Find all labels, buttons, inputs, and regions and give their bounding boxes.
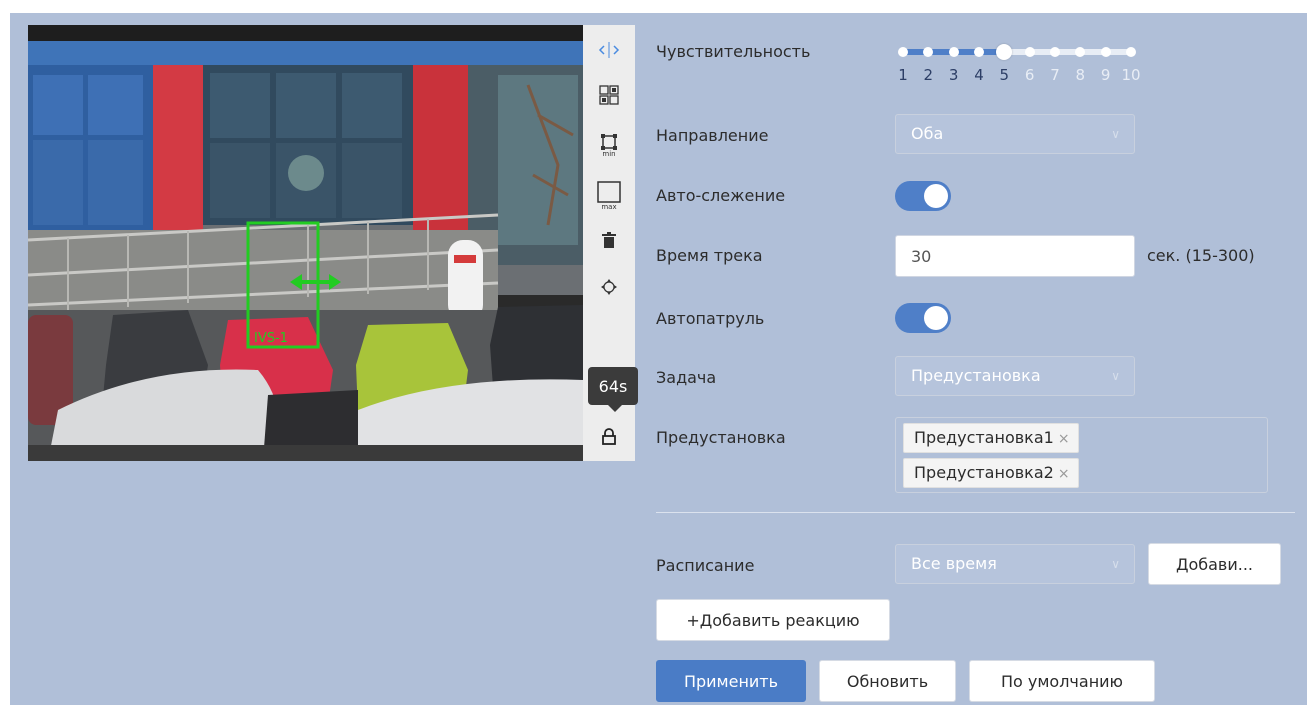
slider-tick-label: 1: [898, 66, 908, 84]
schedule-label: Расписание: [656, 556, 755, 575]
auto-tracking-label: Авто-слежение: [656, 186, 786, 205]
remove-tag-icon[interactable]: ×: [1058, 431, 1070, 447]
divider: [656, 512, 1295, 513]
schedule-select[interactable]: Все время ∨: [895, 544, 1135, 584]
toggle-knob: [924, 184, 948, 208]
min-size-icon[interactable]: min: [594, 130, 624, 160]
sensitivity-label: Чувствительность: [656, 42, 811, 61]
trash-icon[interactable]: [594, 225, 624, 255]
slider-tick-label: 8: [1075, 66, 1086, 84]
slider-dot[interactable]: [1075, 47, 1086, 57]
sensitivity-slider[interactable]: 1 2 3 4 5 6 7 8 9 10: [895, 40, 1141, 90]
task-value: Предустановка: [911, 366, 1041, 385]
chevron-down-icon: ∨: [1111, 369, 1120, 383]
toggle-knob: [924, 306, 948, 330]
slider-tick-label: 10: [1121, 66, 1141, 84]
apply-button[interactable]: Применить: [656, 660, 806, 702]
slider-dot[interactable]: [1100, 47, 1111, 57]
slider-dot[interactable]: [898, 47, 908, 57]
task-select[interactable]: Предустановка ∨: [895, 356, 1135, 396]
preset-tag-label: Предустановка2: [914, 463, 1054, 482]
slider-tick-label: 5: [999, 66, 1010, 84]
track-time-label: Время трека: [656, 246, 763, 265]
chevron-down-icon: ∨: [1111, 557, 1120, 571]
slider-tick-label: 3: [948, 66, 959, 84]
move-icon[interactable]: [594, 272, 624, 302]
auto-patrol-toggle[interactable]: [895, 303, 951, 333]
track-time-hint: сек. (15-300): [1147, 246, 1255, 265]
auto-tracking-toggle[interactable]: [895, 181, 951, 211]
grid-icon[interactable]: [594, 80, 624, 110]
slider-dot[interactable]: [974, 47, 984, 57]
direction-select[interactable]: Оба ∨: [895, 114, 1135, 154]
remove-tag-icon[interactable]: ×: [1058, 466, 1070, 482]
direction-value: Оба: [911, 124, 944, 143]
preset-multiselect[interactable]: Предустановка1 × Предустановка2 ×: [895, 417, 1268, 493]
preset-tag: Предустановка2 ×: [903, 458, 1079, 488]
add-reaction-button[interactable]: +Добавить реакцию: [656, 599, 890, 641]
slider-tick-label: 6: [1024, 66, 1035, 84]
preset-tag-label: Предустановка1: [914, 428, 1054, 447]
slider-thumb[interactable]: [996, 44, 1013, 60]
lock-icon[interactable]: [594, 422, 624, 452]
max-size-icon[interactable]: max: [594, 177, 624, 213]
slider-tick-label: 2: [923, 66, 934, 84]
schedule-value: Все время: [911, 554, 997, 573]
add-schedule-button[interactable]: Добави...: [1148, 543, 1281, 585]
camera-frame: [28, 25, 583, 461]
slider-dot[interactable]: [948, 47, 959, 57]
refresh-button[interactable]: Обновить: [819, 660, 956, 702]
slider-dot[interactable]: [1126, 47, 1136, 57]
slider-dot[interactable]: [923, 47, 934, 57]
max-label: max: [601, 202, 617, 211]
track-time-input[interactable]: [895, 235, 1135, 277]
slider-tick-label: 4: [974, 66, 984, 84]
video-preview[interactable]: IVS-1: [28, 25, 583, 461]
direction-arrows-icon[interactable]: [594, 35, 624, 65]
timer-tooltip: 64s: [588, 367, 638, 412]
task-label: Задача: [656, 368, 717, 387]
auto-patrol-label: Автопатруль: [656, 309, 765, 328]
slider-dot[interactable]: [1050, 47, 1060, 57]
slider-track[interactable]: [903, 49, 1131, 55]
detection-box-label: IVS-1: [254, 331, 288, 346]
min-label: min: [602, 149, 616, 158]
chevron-down-icon: ∨: [1111, 127, 1120, 141]
slider-dot[interactable]: [1024, 47, 1035, 57]
slider-tick-label: 9: [1100, 66, 1111, 84]
preset-tag: Предустановка1 ×: [903, 423, 1079, 453]
slider-tick-label: 7: [1050, 66, 1060, 84]
default-button[interactable]: По умолчанию: [969, 660, 1155, 702]
preset-label: Предустановка: [656, 428, 786, 447]
direction-label: Направление: [656, 126, 769, 145]
